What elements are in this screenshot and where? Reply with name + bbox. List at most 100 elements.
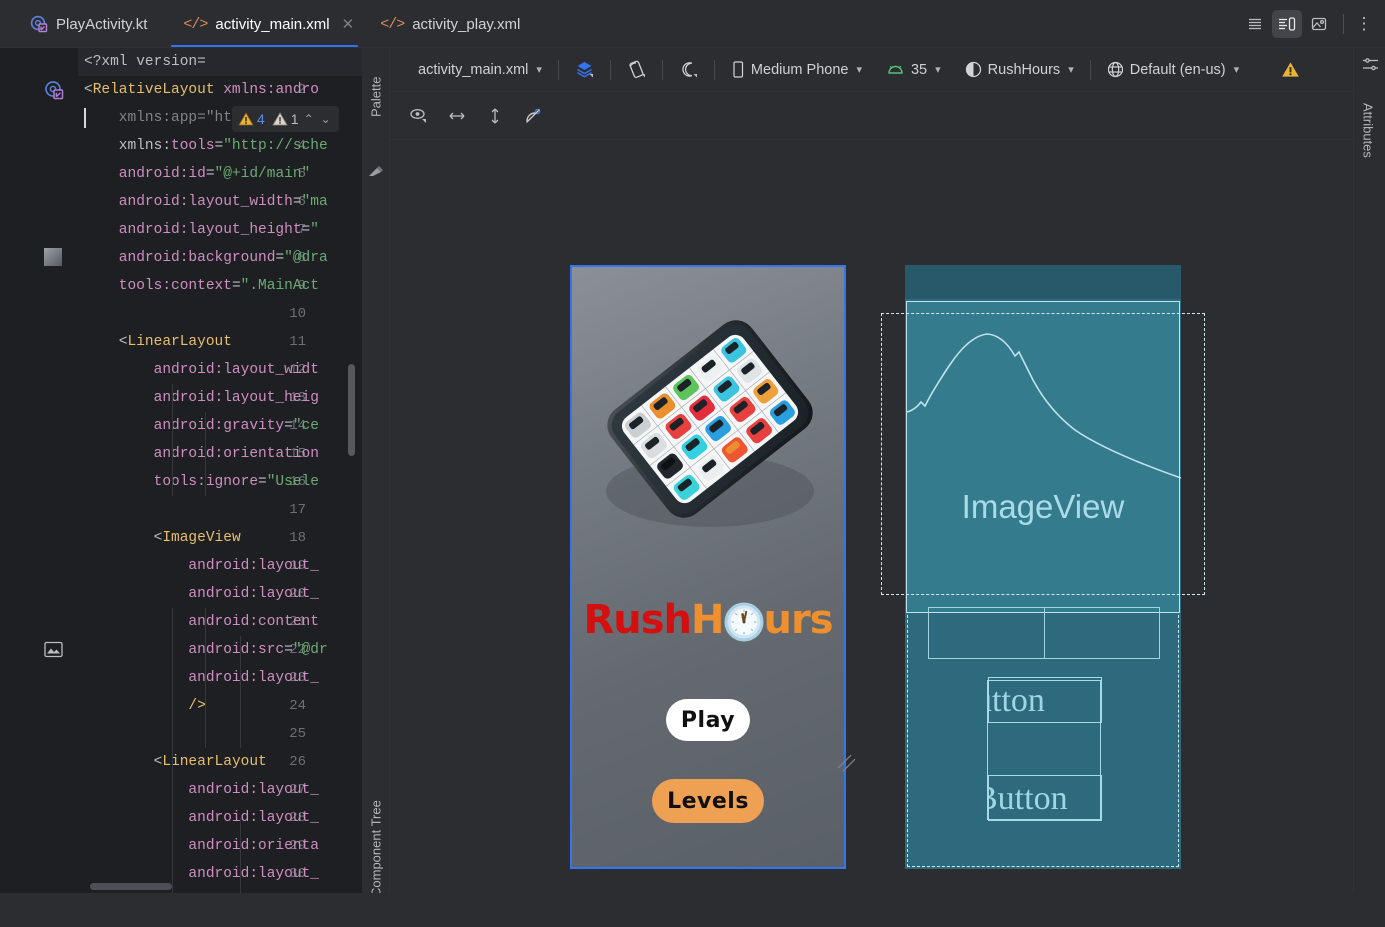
api-level-selector[interactable]: 35 ▾: [878, 56, 949, 84]
code-token: xmlns:: [84, 138, 172, 154]
view-mode-group: ⋮: [1240, 10, 1385, 38]
close-icon[interactable]: ✕: [342, 15, 355, 33]
more-options-kebab-icon[interactable]: ⋮: [1353, 10, 1375, 38]
blueprint-button-label: Button: [989, 780, 1068, 817]
code-line[interactable]: />: [78, 692, 205, 720]
code-line[interactable]: android:layout_: [78, 664, 319, 692]
split-view-mode-button[interactable]: [1272, 10, 1302, 38]
attributes-sliders-icon[interactable]: [1362, 56, 1378, 72]
rush-hours-cars-grid-illustration: [606, 320, 814, 527]
code-token: ".MainAct: [240, 278, 319, 294]
code-token: android:layout_: [84, 670, 319, 686]
code-line[interactable]: tools:context=".MainAct: [78, 272, 319, 300]
indent-guide: [172, 608, 173, 893]
editor-gutter[interactable]: [0, 48, 78, 893]
code-editor[interactable]: 1234567891011121314151617181920212223242…: [0, 48, 362, 893]
code-token: <: [84, 530, 163, 546]
blueprint-preview[interactable]: ImageView utton Button: [881, 265, 1205, 869]
code-text-area[interactable]: <?xml version= <RelativeLayout xmlns:andr…: [78, 48, 362, 893]
code-token: android:layout_height: [84, 222, 302, 238]
palette-icon[interactable]: [368, 164, 384, 180]
code-line[interactable]: xmlns:tools="http://sche: [78, 132, 328, 160]
indent-guide: [205, 608, 206, 748]
orientation-toggle-button[interactable]: [619, 56, 654, 84]
design-toolbar: activity_main.xml ▾ Medium Phone ▾ 35 ▾ …: [390, 48, 1353, 92]
code-line[interactable]: <ImageView: [78, 524, 241, 552]
code-line[interactable]: <LinearLayout: [78, 328, 232, 356]
code-line[interactable]: android:content: [78, 608, 319, 636]
editor-vertical-scrollbar[interactable]: [348, 364, 355, 456]
locale-selector[interactable]: Default (en-us) ▾: [1099, 56, 1247, 84]
vertical-guideline-button[interactable]: [480, 102, 510, 130]
code-view-mode-button[interactable]: [1240, 10, 1270, 38]
code-line[interactable]: tools:ignore="Usele: [78, 468, 319, 496]
night-mode-toggle-button[interactable]: [671, 56, 706, 84]
code-line[interactable]: android:layout_: [78, 580, 319, 608]
code-token: android:gravity: [84, 418, 285, 434]
code-line[interactable]: android:background="@dra: [78, 244, 328, 272]
file-variant-selector[interactable]: activity_main.xml ▾: [410, 56, 550, 84]
play-button[interactable]: Play: [666, 699, 750, 741]
kotlin-navigate-icon[interactable]: [44, 80, 64, 100]
design-secondary-toolbar: ?: [390, 92, 1353, 216]
blueprint-button-play[interactable]: utton: [988, 677, 1102, 723]
issue-notification-button[interactable]: [1273, 56, 1308, 84]
clear-constraints-button[interactable]: [518, 102, 548, 130]
text-caret: [84, 108, 86, 128]
tool-button-component-tree[interactable]: Component Tree: [362, 790, 390, 908]
rotate-device-icon: [629, 60, 645, 79]
next-problem-icon[interactable]: ⌄: [319, 112, 333, 126]
blueprint-vertical-linearlayout[interactable]: utton Button: [987, 677, 1102, 821]
code-token: "ma: [301, 194, 328, 210]
code-line[interactable]: android:orienta: [78, 832, 319, 860]
code-line[interactable]: android:layout_: [78, 776, 319, 804]
tab-playactivity-kt[interactable]: PlayActivity.kt: [0, 0, 163, 48]
editor-horizontal-scrollbar[interactable]: [90, 883, 172, 890]
code-token: =: [284, 418, 293, 434]
design-surface-mode-button[interactable]: [567, 56, 602, 84]
kotlin-file-icon: [30, 15, 48, 33]
code-line[interactable]: android:layout_: [78, 552, 319, 580]
inspection-widget[interactable]: 4 1 ⌃ ⌄: [232, 106, 339, 132]
rendered-preview[interactable]: RushH urs Play Levels: [570, 265, 846, 869]
tool-button-palette[interactable]: Palette: [362, 56, 390, 138]
code-line[interactable]: android:layout_width="ma: [78, 188, 328, 216]
code-line[interactable]: <?xml version=: [78, 48, 362, 76]
design-view-mode-button[interactable]: [1304, 10, 1334, 38]
image-resource-gutter-icon[interactable]: [44, 640, 64, 660]
code-line[interactable]: <RelativeLayout xmlns:andro: [78, 76, 319, 104]
code-line[interactable]: android:id="@+id/main": [78, 160, 310, 188]
horizontal-guideline-button[interactable]: [442, 102, 472, 130]
tab-activity-main-xml[interactable]: </> activity_main.xml ✕: [163, 0, 367, 48]
tool-button-attributes[interactable]: Attributes: [1354, 82, 1382, 178]
canvas-resize-handle[interactable]: [835, 752, 859, 776]
tab-activity-play-xml[interactable]: </> activity_play.xml: [366, 0, 536, 48]
color-swatch-gutter-icon[interactable]: [44, 248, 64, 268]
code-line[interactable]: android:orientation: [78, 440, 319, 468]
code-token: "http://sche: [223, 138, 328, 154]
horizontal-guideline-icon: [449, 112, 465, 119]
code-line[interactable]: [78, 300, 84, 328]
code-line[interactable]: [78, 720, 84, 748]
view-options-eye-button[interactable]: [404, 102, 434, 130]
blueprint-button-levels[interactable]: Button: [988, 775, 1102, 821]
indent-guide: [205, 412, 206, 496]
device-selector[interactable]: Medium Phone ▾: [723, 56, 870, 84]
design-canvas[interactable]: RushH urs Play Levels ImageView tton utt…: [390, 140, 1353, 893]
code-line[interactable]: android:layout_widt: [78, 356, 319, 384]
blueprint-horizontal-linearlayout[interactable]: [928, 607, 1160, 659]
levels-button[interactable]: Levels: [652, 779, 764, 823]
code-line[interactable]: [78, 496, 84, 524]
code-line[interactable]: android:layout_height=": [78, 216, 319, 244]
code-line[interactable]: android:gravity="ce: [78, 412, 319, 440]
code-line[interactable]: android:src="@dr: [78, 636, 327, 664]
prev-problem-icon[interactable]: ⌃: [302, 112, 316, 126]
layers-icon: [577, 62, 593, 78]
right-tool-window-strip: Attributes: [1353, 48, 1385, 893]
code-line[interactable]: android:layout_heig: [78, 384, 319, 412]
toolbar-divider: [713, 59, 715, 80]
code-line[interactable]: android:layout_: [78, 804, 319, 832]
code-token: android:layout_width: [84, 194, 293, 210]
code-token: <: [84, 334, 128, 350]
theme-selector[interactable]: RushHours ▾: [957, 56, 1082, 84]
